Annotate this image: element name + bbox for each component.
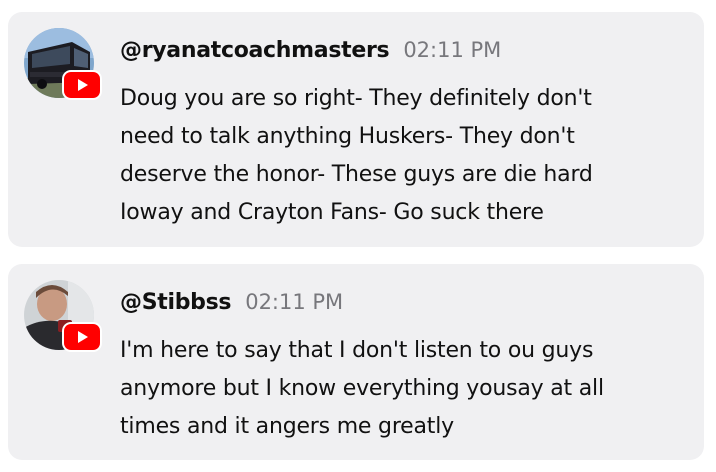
youtube-icon [64,324,100,350]
comment-line: Ioway and Crayton Fans- Go suck there [120,200,544,225]
youtube-icon [64,72,100,98]
comment-card: @Stibbss 02:11 PM I'm here to say that I… [8,264,704,460]
comment-line: need to talk anything Huskers- They don'… [120,124,575,149]
comment-header: @ryanatcoachmasters 02:11 PM [120,32,501,68]
comment-header: @Stibbss 02:11 PM [120,284,343,320]
timestamp: 02:11 PM [403,38,502,62]
comment-body: I'm here to say that I don't listen to o… [120,332,695,446]
comment-line: times and it angers me greatly [120,414,454,439]
comment-line: anymore but I know everything yousay at … [120,376,604,401]
avatar-container[interactable] [24,28,100,100]
username[interactable]: @ryanatcoachmasters [120,38,390,63]
username[interactable]: @Stibbss [120,290,232,315]
timestamp: 02:11 PM [245,290,344,314]
comment-body: Doug you are so right- They definitely d… [120,80,695,232]
comment-line: deserve the honor- These guys are die ha… [120,162,593,187]
comment-line: I'm here to say that I don't listen to o… [120,338,594,363]
avatar-container[interactable] [24,280,100,352]
comment-line: Doug you are so right- They definitely d… [120,86,592,111]
comment-card: @ryanatcoachmasters 02:11 PM Doug you ar… [8,12,704,247]
